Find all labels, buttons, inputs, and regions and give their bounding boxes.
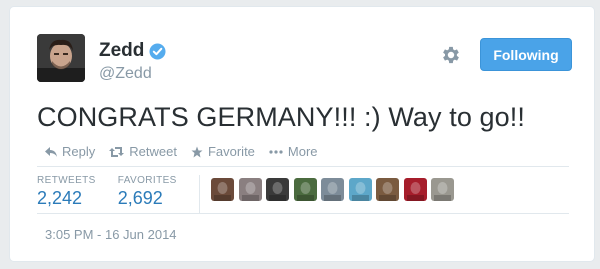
more-label: More: [287, 144, 318, 159]
tweet-card: Zedd @Zedd Following CONGRATS GERMANY!!!…: [9, 6, 595, 262]
author-avatar[interactable]: [37, 34, 85, 82]
favoriter-avatar[interactable]: [238, 178, 262, 201]
retweet-button[interactable]: Retweet: [109, 144, 177, 159]
tweet-timestamp[interactable]: 3:05 PM - 16 Jun 2014: [45, 227, 177, 242]
tweet-stats: RETWEETS 2,242 FAVORITES 2,692: [37, 175, 199, 209]
following-button[interactable]: Following: [480, 38, 572, 71]
retweet-icon: [109, 146, 125, 157]
reply-button[interactable]: Reply: [45, 144, 95, 159]
stats-bottom-divider: [37, 213, 569, 214]
retweets-label: RETWEETS: [37, 175, 96, 186]
favorite-label: Favorite: [207, 144, 255, 159]
favoriter-avatar[interactable]: [321, 178, 344, 201]
favoriter-avatar[interactable]: [293, 178, 317, 201]
verified-badge-icon: [149, 43, 166, 60]
author-name-row: Zedd: [99, 40, 166, 62]
favoriter-avatar[interactable]: [403, 178, 427, 201]
reply-label: Reply: [62, 144, 96, 159]
gear-icon[interactable]: [440, 44, 462, 66]
favoriter-avatar[interactable]: [211, 178, 234, 201]
author-name[interactable]: Zedd: [99, 40, 144, 62]
author-handle[interactable]: @Zedd: [99, 65, 152, 83]
more-dots-icon: [269, 149, 283, 154]
tweet-text: CONGRATS GERMANY!!! :) Way to go!!: [37, 102, 525, 132]
retweets-count: 2,242: [37, 188, 83, 208]
favoriter-avatar[interactable]: [431, 178, 454, 201]
favoriter-avatars: [211, 178, 459, 201]
favoriter-avatar[interactable]: [348, 178, 372, 201]
favorites-stat[interactable]: FAVORITES 2,692: [118, 175, 177, 209]
star-icon: [191, 146, 203, 157]
retweets-stat[interactable]: RETWEETS 2,242: [37, 175, 96, 209]
retweet-label: Retweet: [129, 144, 177, 159]
stats-top-divider: [37, 166, 569, 167]
favorites-label: FAVORITES: [117, 175, 177, 186]
favorite-button[interactable]: Favorite: [191, 144, 255, 159]
avatar-image: [37, 34, 85, 82]
favoriter-avatar[interactable]: [266, 178, 289, 201]
more-button[interactable]: More: [269, 144, 318, 159]
reply-icon: [45, 146, 57, 157]
stats-separator: [199, 175, 200, 213]
favoriter-avatar[interactable]: [376, 178, 399, 201]
tweet-actions: Reply Retweet Favorite More: [45, 144, 332, 159]
favorites-count: 2,692: [117, 188, 163, 208]
